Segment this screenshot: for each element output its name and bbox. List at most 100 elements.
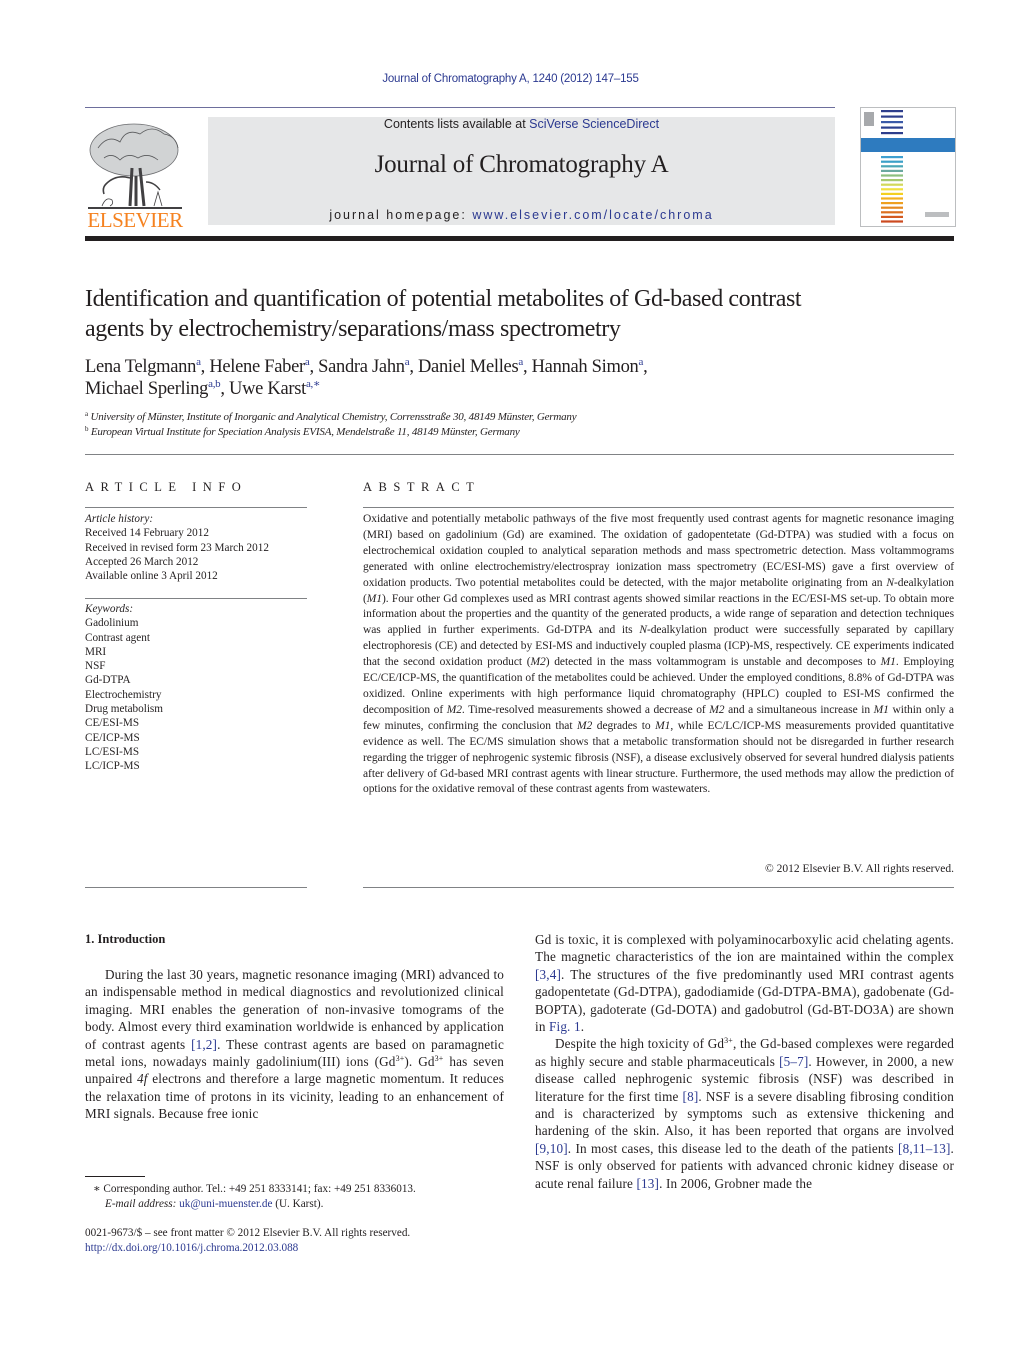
cover-stripe xyxy=(881,197,903,200)
abstract-bottom-divider xyxy=(363,887,954,888)
italic-text: M1 xyxy=(366,592,383,605)
abstract-text: Oxidative and potentially metabolic path… xyxy=(363,512,954,798)
header-divider xyxy=(85,107,835,108)
issn-line: 0021-9673/$ – see front matter © 2012 El… xyxy=(85,1227,411,1239)
author-affiliation-marker[interactable]: a,b xyxy=(208,378,221,390)
body-paragraph: Gd is toxic, it is complexed with polyam… xyxy=(535,931,954,1035)
italic-text: M1 xyxy=(873,703,889,716)
keyword: Drug metabolism xyxy=(85,703,163,716)
citation-link[interactable]: [8] xyxy=(683,1089,699,1104)
email-label: E-mail address: xyxy=(105,1197,177,1210)
author-name[interactable]: Uwe Karst xyxy=(229,379,306,399)
author-affiliation-marker[interactable]: a,∗ xyxy=(306,378,321,390)
keywords-divider xyxy=(85,598,307,599)
affiliation-text: European Virtual Institute for Speciatio… xyxy=(88,426,520,438)
text-run: ) detected in the mass voltammogram is u… xyxy=(545,656,881,669)
cover-stripe xyxy=(881,156,903,159)
cover-stripes-graphic xyxy=(861,110,955,223)
author-name[interactable]: Hannah Simon xyxy=(532,357,639,377)
text-run: Despite the high toxicity of Gd xyxy=(555,1036,725,1052)
cover-sponsor-mark xyxy=(925,212,949,217)
keyword: Gadolinium xyxy=(85,617,139,630)
author-name[interactable]: Helene Faber xyxy=(209,357,305,377)
author[interactable]: Daniel Mellesa xyxy=(418,356,523,378)
abstract-copyright: © 2012 Elsevier B.V. All rights reserved… xyxy=(765,863,954,875)
text-run: . Time-resolved measurements showed a de… xyxy=(461,703,710,716)
text-run: and a simultaneous increase in xyxy=(724,703,874,716)
corresponding-author-contact: ∗ Corresponding author. Tel.: +49 251 83… xyxy=(93,1183,416,1195)
author-name[interactable]: Michael Sperling xyxy=(85,379,208,399)
header-thick-divider xyxy=(85,236,954,241)
citation-link[interactable]: [9,10] xyxy=(535,1141,568,1156)
elsevier-wordmark: ELSEVIER xyxy=(87,208,183,232)
author[interactable]: Uwe Karsta,∗ xyxy=(229,378,321,400)
article-title: Identification and quantification of pot… xyxy=(85,284,965,344)
article-info-divider xyxy=(85,507,307,508)
author-name[interactable]: Sandra Jahn xyxy=(318,357,405,377)
history-item: Received in revised form 23 March 2012 xyxy=(85,541,269,554)
text-run: ). Gd xyxy=(404,1054,435,1070)
author-name[interactable]: Lena Telgmann xyxy=(85,357,196,377)
text-run: . In most cases, this disease led to the… xyxy=(567,1140,899,1156)
history-label: Article history: xyxy=(85,513,154,525)
author-affiliation-marker[interactable]: a xyxy=(305,356,310,368)
citation-link[interactable]: [5–7] xyxy=(779,1054,808,1069)
keyword: Contrast agent xyxy=(85,631,150,644)
author-affiliation-marker[interactable]: a xyxy=(405,356,410,368)
affiliation: b European Virtual Institute for Speciat… xyxy=(85,425,965,440)
cover-stripe xyxy=(881,121,903,124)
cover-stripe xyxy=(881,169,903,172)
elsevier-logo: ELSEVIER xyxy=(84,118,186,232)
cover-stripe xyxy=(881,179,903,182)
author[interactable]: Lena Telgmanna xyxy=(85,356,201,378)
journal-masthead: Contents lists available at SciVerse Sci… xyxy=(208,117,835,225)
article-info-bottom-divider xyxy=(85,887,307,888)
contents-prefix: Contents lists available at xyxy=(383,117,530,131)
article-title-line: agents by electrochemistry/separations/m… xyxy=(85,316,621,342)
keyword: Electrochemistry xyxy=(85,688,162,701)
article-history: Article history: Received 14 February 20… xyxy=(85,512,315,583)
cover-stripe xyxy=(881,174,903,177)
doi-link[interactable]: http://dx.doi.org/10.1016/j.chroma.2012.… xyxy=(85,1241,515,1256)
cover-publisher-logo xyxy=(864,112,874,126)
abstract-divider xyxy=(363,507,954,508)
homepage-link[interactable]: www.elsevier.com/locate/chroma xyxy=(472,208,713,222)
italic-text: M2 xyxy=(530,656,546,669)
keyword: LC/ICP-MS xyxy=(85,760,140,773)
email-link[interactable]: uk@uni-muenster.de xyxy=(179,1198,272,1210)
journal-citation-link[interactable]: Journal of Chromatography A, 1240 (2012)… xyxy=(0,73,1021,85)
citation-link[interactable]: [8,11–13] xyxy=(898,1141,951,1156)
author-affiliation-marker[interactable]: a xyxy=(518,356,523,368)
contents-line: Contents lists available at SciVerse Sci… xyxy=(208,117,835,131)
author-affiliation-marker[interactable]: a xyxy=(639,356,644,368)
author[interactable]: Helene Fabera xyxy=(209,356,310,378)
keywords-list: Keywords: Gadolinium Contrast agent MRI NSF… xyxy=(85,602,315,774)
cover-stripe xyxy=(881,160,903,163)
cover-stripe xyxy=(881,220,903,223)
citation-link[interactable]: [13] xyxy=(636,1176,659,1191)
author[interactable]: Sandra Jahna xyxy=(318,356,410,378)
article-title-line: Identification and quantification of pot… xyxy=(85,286,802,312)
cover-stripe xyxy=(881,192,903,195)
citation-link[interactable]: Fig. 1 xyxy=(549,1019,581,1034)
text-run: Oxidative and potentially metabolic path… xyxy=(363,513,954,589)
cover-stripe xyxy=(881,165,903,168)
email-line: E-mail address: uk@uni-muenster.de (U. K… xyxy=(93,1197,513,1212)
author[interactable]: Hannah Simona xyxy=(532,356,644,378)
italic-text: M2 xyxy=(577,719,593,732)
author[interactable]: Michael Sperlinga,b xyxy=(85,378,221,400)
section-heading-introduction: 1. Introduction xyxy=(85,932,166,946)
cover-stripe xyxy=(881,183,903,186)
keywords-label: Keywords: xyxy=(85,603,134,615)
keyword: MRI xyxy=(85,645,107,658)
text-run: degrades to xyxy=(592,719,656,732)
body-paragraph: Despite the high toxicity of Gd3+, the G… xyxy=(535,1035,954,1192)
author-affiliation-marker[interactable]: a xyxy=(196,356,201,368)
italic-text: N xyxy=(886,576,894,589)
citation-link[interactable]: [3,4] xyxy=(535,967,561,982)
sciencedirect-link[interactable]: SciVerse ScienceDirect xyxy=(529,117,659,131)
article-info-heading: ARTICLE INFO xyxy=(85,480,248,494)
citation-link[interactable]: [1,2] xyxy=(191,1037,217,1052)
keyword: CE/ICP-MS xyxy=(85,731,140,744)
author-name[interactable]: Daniel Melles xyxy=(418,357,519,377)
